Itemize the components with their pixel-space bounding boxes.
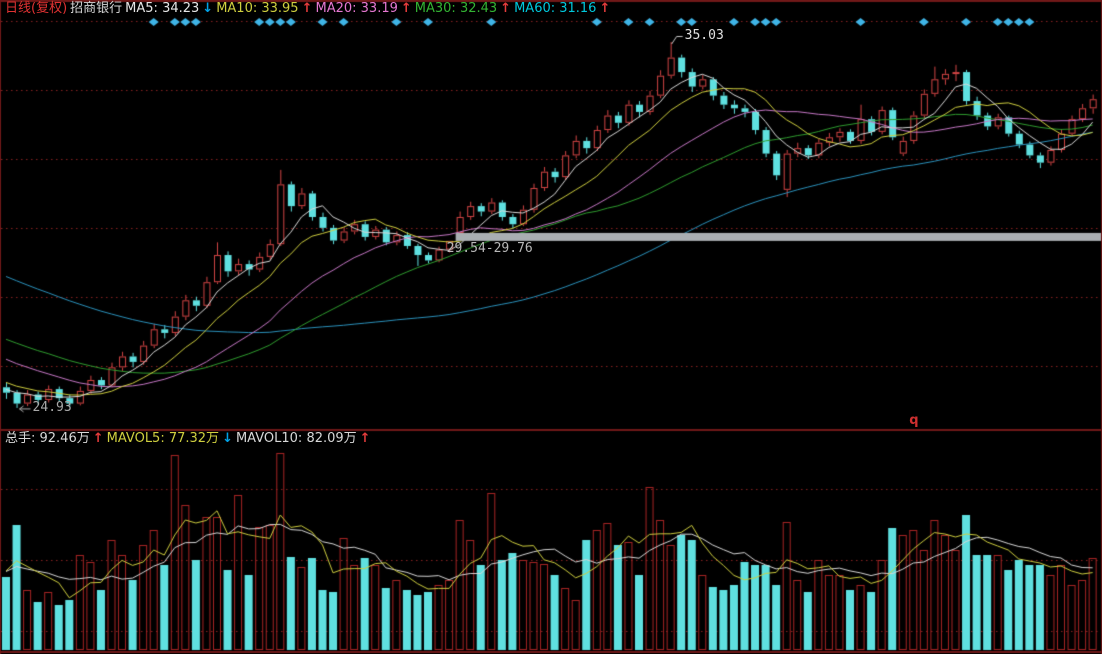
period-label: 日线(复权) (5, 1, 67, 16)
mavol10-legend: MAVOL10: 82.09万 (236, 431, 357, 446)
ma20-legend: MA20: 33.19 (315, 1, 397, 16)
ma30-trend-arrow-icon: ↑ (500, 1, 511, 16)
mavol10-arrow-icon: ↑ (360, 431, 371, 446)
peak-price-label: 35.03 (685, 29, 724, 43)
mavol5-legend: MAVOL5: 77.32万 (107, 431, 219, 446)
low-price-label: 24.93 (33, 401, 72, 415)
volume-pane-header: 总手: 92.46万 ↑ MAVOL5: 77.32万 ↓ MAVOL10: 8… (5, 431, 374, 446)
main-chart-canvas[interactable] (0, 0, 1102, 654)
gap-range-label: 29.54-29.76 (447, 242, 533, 256)
mavol5-arrow-icon: ↓ (222, 431, 233, 446)
total-volume-arrow-icon: ↑ (93, 431, 104, 446)
ma5-trend-arrow-icon: ↓ (202, 1, 213, 16)
ma20-trend-arrow-icon: ↑ (401, 1, 412, 16)
q-marker: q (909, 414, 918, 428)
ma60-legend: MA60: 31.16 (514, 1, 596, 16)
ma5-legend: MA5: 34.23 (125, 1, 199, 16)
ma10-legend: MA10: 33.95 (216, 1, 298, 16)
price-pane-header: 日线(复权) 招商银行 MA5: 34.23 ↓ MA10: 33.95 ↑ M… (5, 1, 613, 16)
total-volume-legend: 总手: 92.46万 (5, 431, 90, 446)
stock-chart-window: 日线(复权) 招商银行 MA5: 34.23 ↓ MA10: 33.95 ↑ M… (0, 0, 1102, 654)
ma60-trend-arrow-icon: ↑ (599, 1, 610, 16)
stock-name: 招商银行 (70, 1, 122, 16)
ma30-legend: MA30: 32.43 (415, 1, 497, 16)
ma10-trend-arrow-icon: ↑ (302, 1, 313, 16)
